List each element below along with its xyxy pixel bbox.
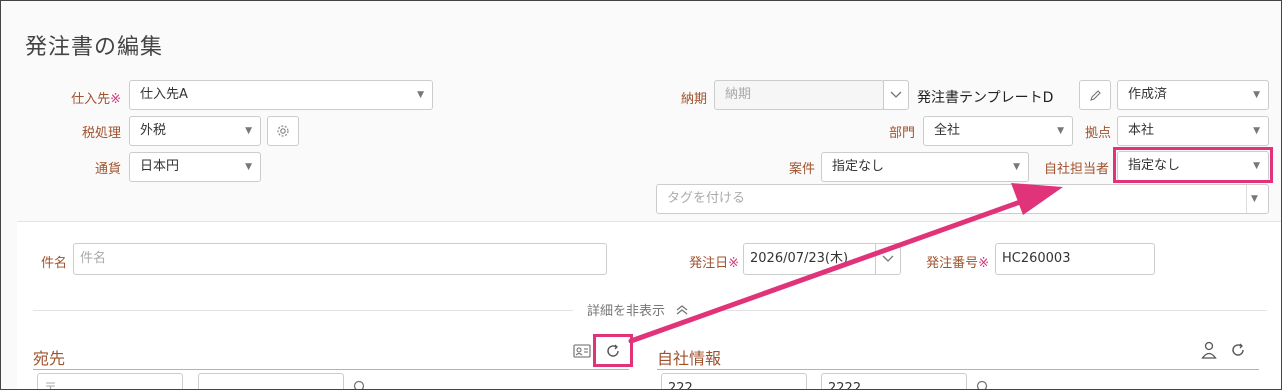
window: 発注書の編集 仕入先※ 仕入先A ▼ 税処理 外税 ▼ 通貨 日本円 ▼ 納期 納期 …	[0, 0, 1282, 390]
annotation-arrow	[628, 183, 1063, 344]
